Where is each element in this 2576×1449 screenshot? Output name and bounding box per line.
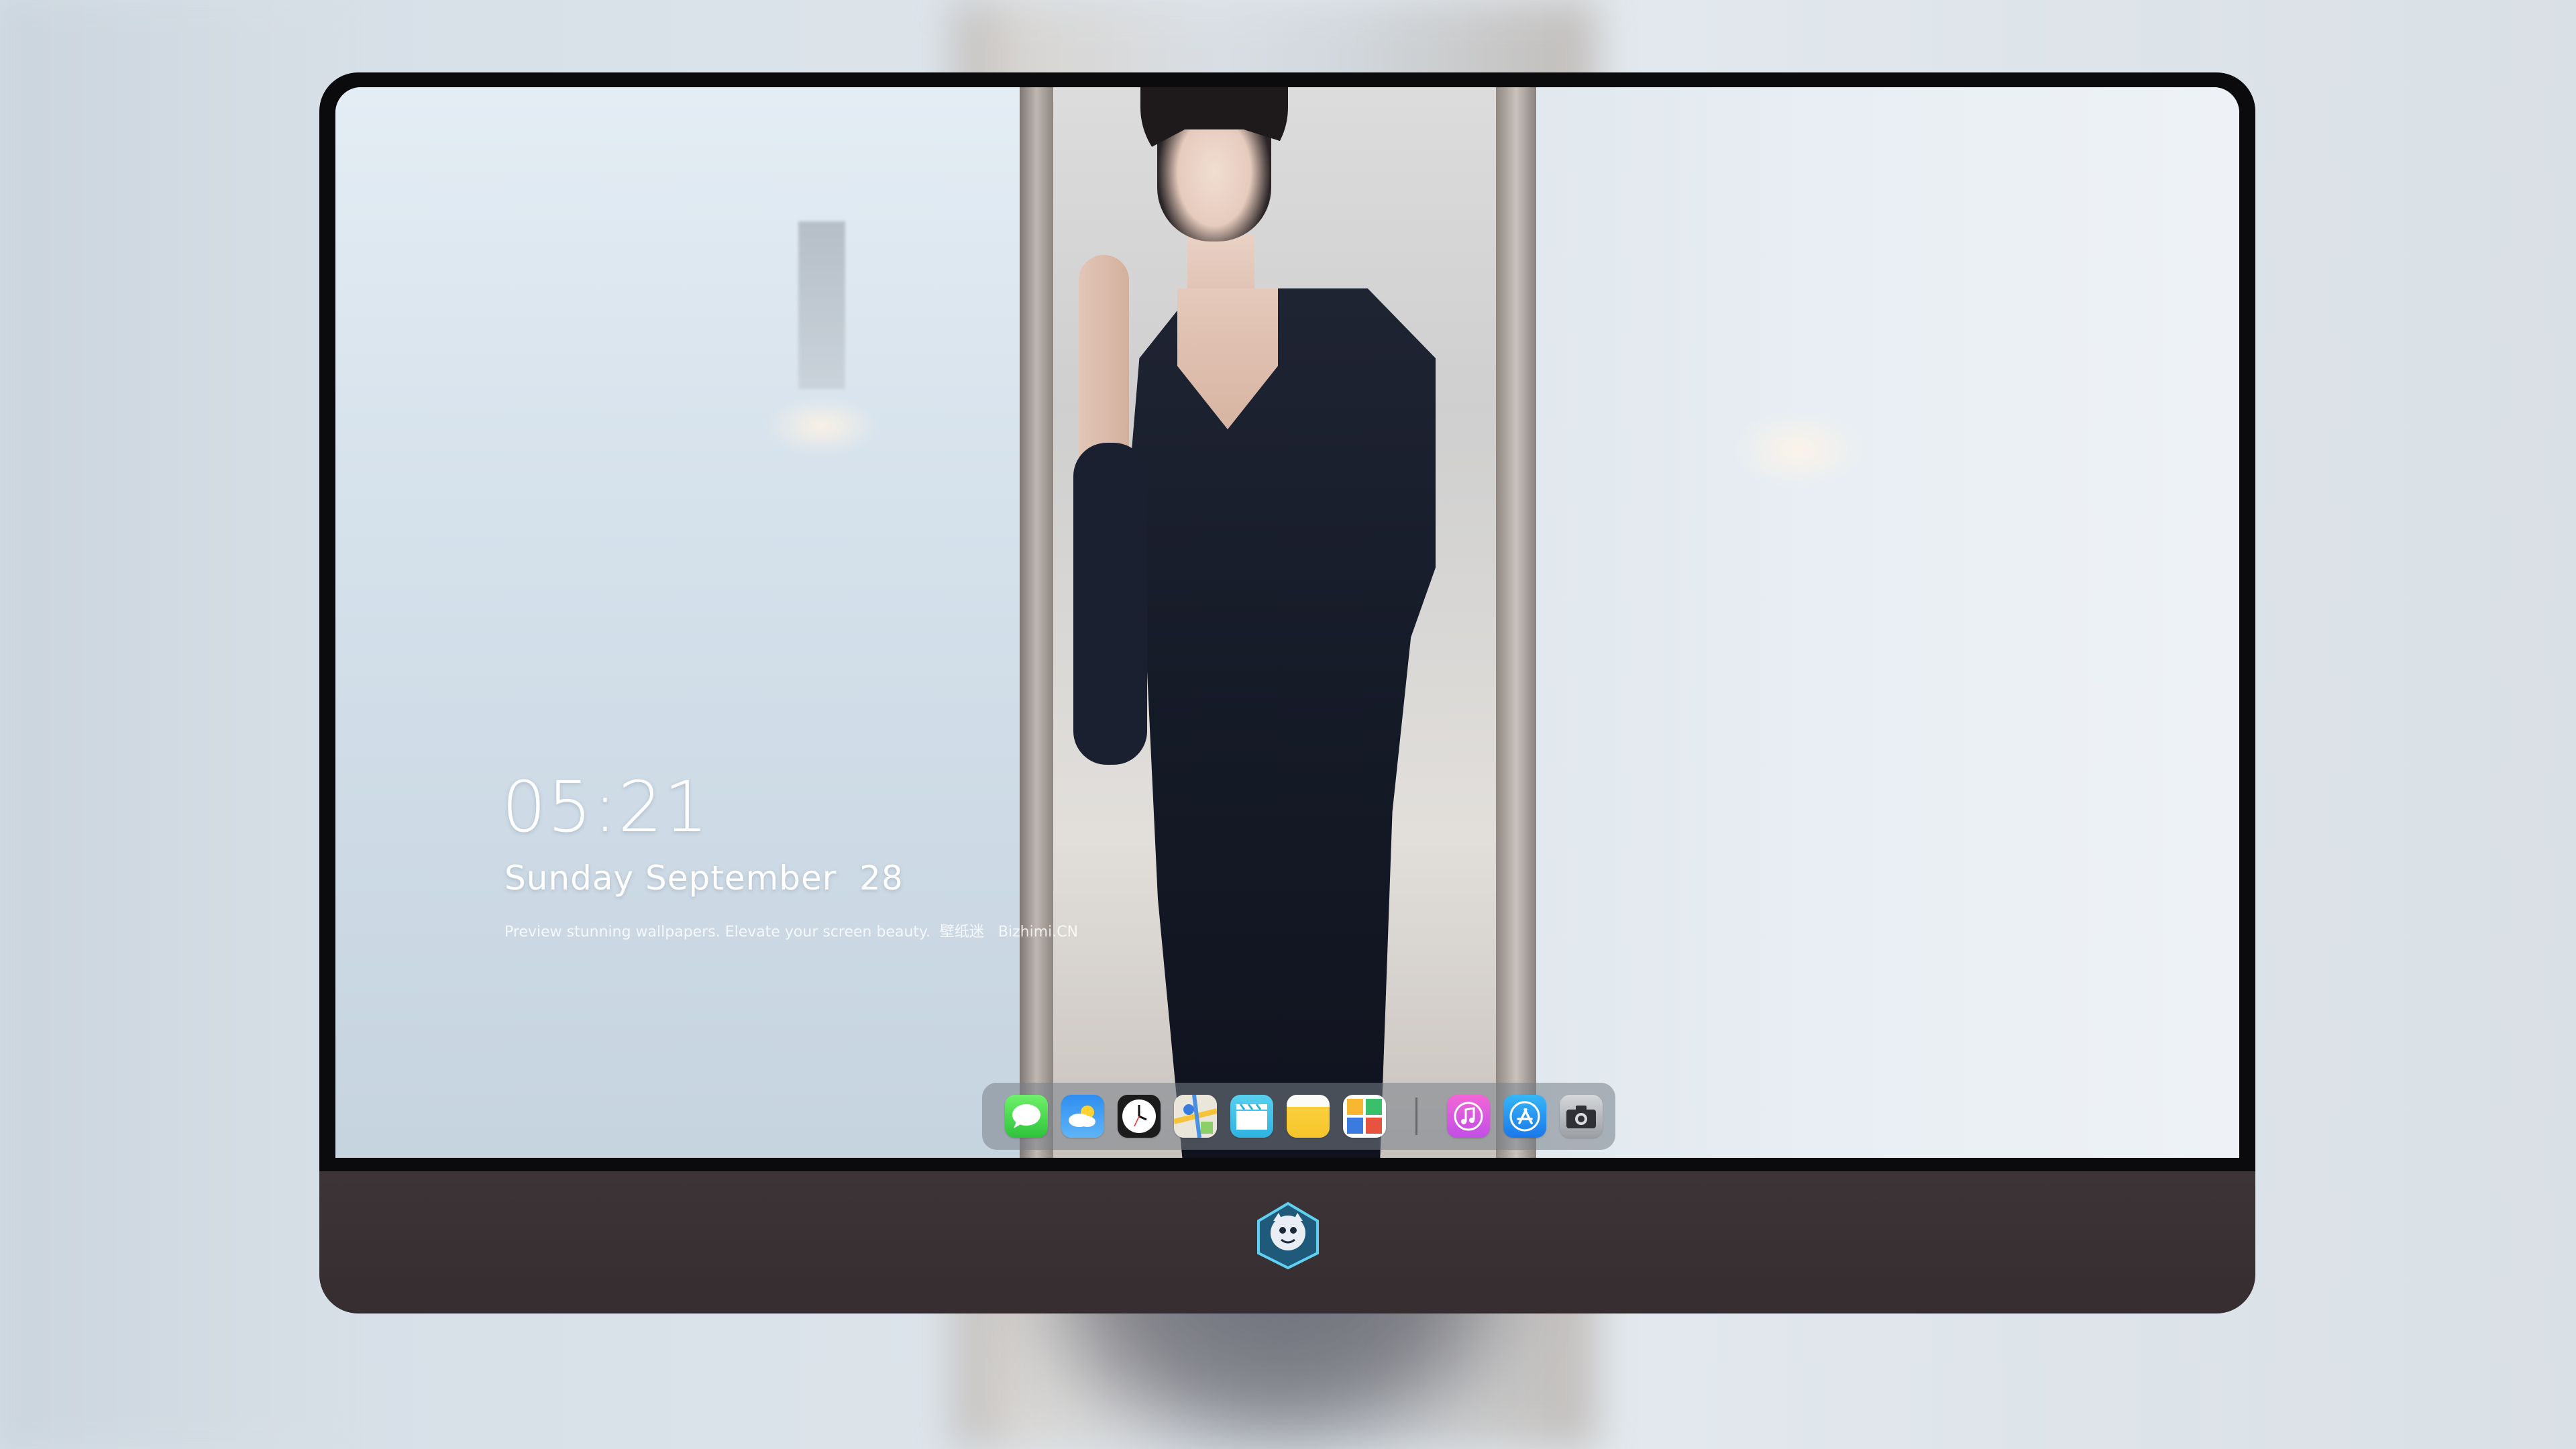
dock-separator [1415,1097,1417,1135]
photos-icon[interactable] [1343,1095,1386,1138]
messages-icon[interactable] [1005,1095,1048,1138]
maps-icon[interactable] [1174,1095,1217,1138]
wallpaper-lamp-glow [765,396,879,456]
wallpaper-door-frame-left [1020,87,1053,1158]
weather-icon[interactable] [1061,1095,1104,1138]
backdrop-left [0,0,335,1449]
wallpaper-right-glow [1731,409,1865,490]
music-icon[interactable] [1447,1095,1490,1138]
app-store-icon[interactable] [1503,1095,1546,1138]
wallpaper-left [335,87,1033,1158]
dock [982,1083,1615,1150]
lock-screen[interactable]: 05:21 Sunday September 28 Preview stunni… [335,87,2239,1158]
wallpaper-door-frame-right [1496,87,1536,1158]
notes-icon[interactable] [1287,1095,1330,1138]
lock-tagline: Preview stunning wallpapers. Elevate you… [504,924,1079,941]
brand-logo-icon [1253,1201,1323,1271]
wallpaper-lamp [798,221,845,389]
clock-icon[interactable] [1118,1095,1161,1138]
camera-icon[interactable] [1560,1095,1603,1138]
lock-clock: 05:21 [502,766,710,848]
wallpaper-figure-sleeve [1073,443,1147,765]
wallpaper-right [1536,87,2239,1158]
lock-date: Sunday September 28 [504,859,904,898]
videos-icon[interactable] [1230,1095,1273,1138]
monitor: 05:21 Sunday September 28 Preview stunni… [319,72,2255,1313]
